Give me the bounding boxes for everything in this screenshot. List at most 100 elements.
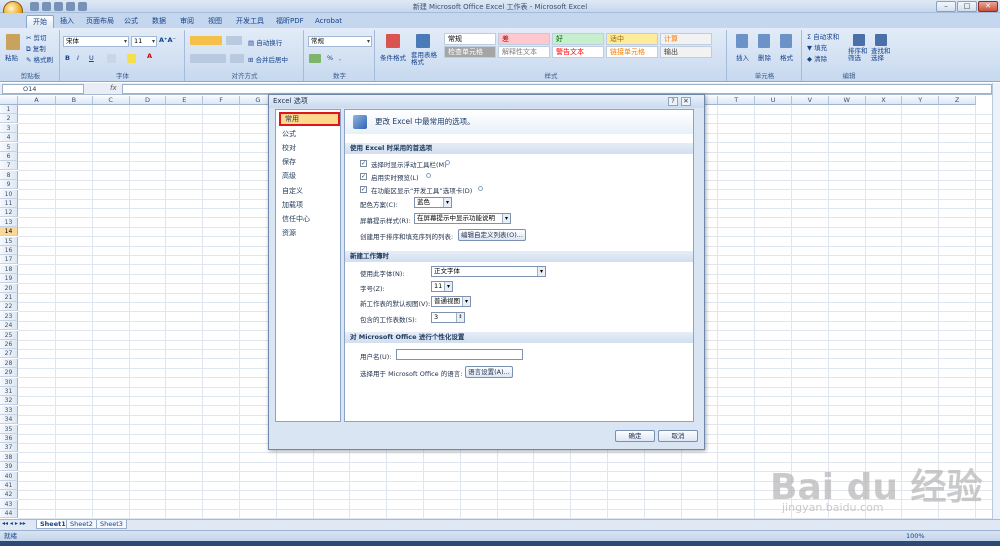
clear-button[interactable]: ◆ 清除 (807, 53, 827, 63)
column-header[interactable]: B (56, 96, 93, 105)
border-icon[interactable] (107, 54, 116, 63)
fx-label[interactable]: fx (110, 84, 117, 92)
row-header[interactable]: 27 (0, 349, 18, 359)
row-header[interactable]: 30 (0, 377, 18, 387)
cell-style-4[interactable]: 计算 (660, 33, 712, 45)
currency-icon[interactable] (309, 54, 321, 63)
tab-review[interactable]: 审阅 (174, 15, 200, 28)
paste-button[interactable]: 粘贴 (5, 52, 18, 62)
italic-button[interactable]: I (77, 54, 79, 62)
column-header[interactable]: W (828, 96, 866, 105)
row-header[interactable]: 16 (0, 246, 18, 255)
category-trust-center[interactable]: 信任中心 (282, 214, 310, 224)
formula-input[interactable] (122, 84, 992, 94)
format-painter-button[interactable]: ✎ 格式刷 (26, 54, 53, 64)
sheet-tab-1[interactable]: Sheet1 (36, 520, 70, 529)
category-resources[interactable]: 资源 (282, 228, 296, 238)
category-popular[interactable]: 常用 (279, 112, 340, 126)
minitoolbar-checkbox[interactable]: ✓ (360, 160, 367, 167)
align-top-icon[interactable] (190, 36, 222, 45)
row-header[interactable]: 12 (0, 208, 18, 218)
category-proofing[interactable]: 校对 (282, 143, 296, 153)
sheet-tab-3[interactable]: Sheet3 (96, 520, 127, 529)
column-header[interactable]: X (865, 96, 903, 105)
row-header[interactable]: 11 (0, 199, 18, 208)
font-name-combo[interactable]: 宋体 (63, 36, 129, 47)
row-header[interactable]: 18 (0, 264, 18, 274)
row-header[interactable]: 33 (0, 405, 18, 415)
minimize-button[interactable]: – (936, 1, 956, 12)
sheet-nav-icon[interactable]: ◂◂ ◂ ▸ ▸▸ (2, 520, 26, 527)
category-customize[interactable]: 自定义 (282, 186, 303, 196)
wrap-text-button[interactable]: ▤ 自动换行 (248, 37, 282, 47)
row-header[interactable]: 28 (0, 358, 18, 368)
row-header[interactable]: 41 (0, 481, 18, 490)
row-header[interactable]: 4 (0, 133, 18, 143)
cell-style-2[interactable]: 好 (552, 33, 604, 45)
undo-icon[interactable] (42, 2, 51, 11)
row-header[interactable]: 1 (0, 105, 18, 114)
cut-button[interactable]: ✂ 剪切 (26, 32, 47, 42)
save-icon[interactable] (30, 2, 39, 11)
tab-home[interactable]: 开始 (26, 15, 54, 28)
tab-data[interactable]: 数据 (146, 15, 172, 28)
row-header[interactable]: 29 (0, 368, 18, 378)
row-header[interactable]: 2 (0, 114, 18, 124)
row-header[interactable]: 7 (0, 161, 18, 171)
orientation-icon[interactable] (226, 36, 242, 45)
row-header[interactable]: 5 (0, 142, 18, 152)
tooltip-style-combo[interactable]: 在屏幕提示中显示功能说明 ▾ (414, 213, 511, 224)
row-header[interactable]: 6 (0, 152, 18, 161)
row-header[interactable]: 9 (0, 180, 18, 190)
username-input[interactable] (396, 349, 523, 360)
row-header[interactable]: 26 (0, 340, 18, 349)
maximize-button[interactable]: □ (957, 1, 977, 12)
tab-acrobat[interactable]: Acrobat (309, 15, 348, 28)
fill-button[interactable]: ▼ 填充 (807, 42, 827, 52)
grow-font-button[interactable]: A⁺A⁻ (159, 36, 176, 44)
tab-foxit-pdf[interactable]: 福昕PDF (270, 15, 310, 28)
copy-button[interactable]: ⧉ 复制 (26, 43, 46, 54)
redo-icon[interactable] (54, 2, 63, 11)
column-header[interactable]: Y (902, 96, 940, 105)
dialog-close-button[interactable]: ✕ (681, 97, 691, 106)
font-combo[interactable]: 正文字体 ▾ (431, 266, 546, 277)
row-header[interactable]: 20 (0, 283, 18, 293)
sort-filter-button[interactable]: 排序和筛选 (848, 48, 870, 62)
cell-style-3[interactable]: 适中 (606, 33, 658, 45)
category-advanced[interactable]: 高级 (282, 171, 296, 181)
column-header[interactable]: V (792, 96, 829, 105)
row-header[interactable]: 31 (0, 387, 18, 396)
number-format-combo[interactable]: 常规 (308, 36, 372, 47)
cell-style-9[interactable]: 输出 (660, 46, 712, 58)
row-header[interactable]: 34 (0, 415, 18, 425)
font-color-icon[interactable]: A (147, 52, 152, 60)
autosum-button[interactable]: Σ 自动求和 (807, 31, 839, 41)
row-header[interactable]: 25 (0, 330, 18, 340)
zoom-level[interactable]: 100% (906, 531, 925, 541)
language-settings-button[interactable]: 语言设置(A)... (465, 366, 513, 378)
row-header[interactable]: 14 (0, 227, 18, 237)
comma-button[interactable]: , (339, 54, 341, 62)
column-header[interactable]: C (92, 96, 130, 105)
table-format-button[interactable]: 套用表格格式 (411, 52, 437, 66)
align-text-icon[interactable] (190, 54, 226, 63)
indent-icon[interactable] (230, 54, 244, 63)
row-header[interactable]: 22 (0, 302, 18, 312)
row-header[interactable]: 10 (0, 189, 18, 199)
conditional-format-button[interactable]: 条件格式 (380, 52, 406, 62)
category-addins[interactable]: 加载项 (282, 200, 303, 210)
column-header[interactable]: T (718, 96, 756, 105)
column-header[interactable]: Z (939, 96, 976, 105)
row-header[interactable]: 42 (0, 490, 18, 500)
default-view-combo[interactable]: 普通视图 ▾ (431, 296, 471, 307)
percent-button[interactable]: % (327, 54, 333, 62)
column-header[interactable]: F (203, 96, 240, 105)
tab-page-layout[interactable]: 页面布局 (80, 15, 120, 28)
cell-style-5[interactable]: 检查单元格 (444, 46, 496, 58)
merge-center-button[interactable]: ⊞ 合并后居中 (248, 54, 288, 64)
tab-formulas[interactable]: 公式 (118, 15, 144, 28)
tab-developer[interactable]: 开发工具 (230, 15, 270, 28)
size-combo[interactable]: 11 ▾ (431, 281, 453, 292)
row-header[interactable]: 8 (0, 170, 18, 180)
